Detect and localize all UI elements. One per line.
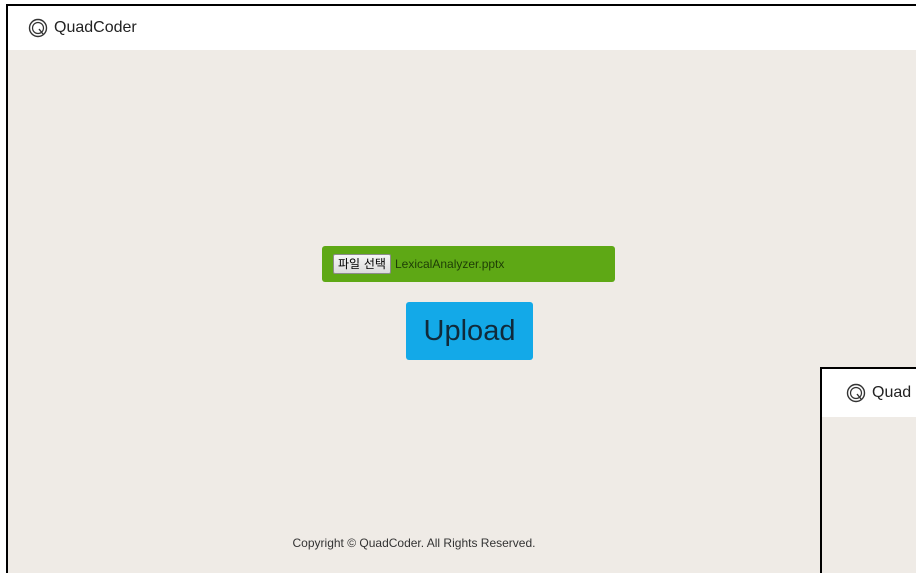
upload-button[interactable]: Upload (406, 302, 533, 360)
file-input[interactable]: 파일 선택 LexicalAnalyzer.pptx (322, 246, 615, 282)
main-window: QuadCoder 파일 선택 LexicalAnalyzer.pptx Upl… (6, 4, 916, 573)
second-window-brand[interactable]: Quad (872, 384, 911, 402)
selected-file-name: LexicalAnalyzer.pptx (394, 257, 505, 271)
second-window-header: Quad (822, 369, 916, 417)
brand-name[interactable]: QuadCoder (54, 19, 137, 37)
quadcoder-logo-icon (846, 383, 866, 403)
second-window: Quad (820, 367, 916, 573)
header-bar: QuadCoder (8, 6, 916, 50)
footer-copyright: Copyright © QuadCoder. All Rights Reserv… (292, 536, 536, 550)
choose-file-button[interactable]: 파일 선택 (333, 254, 391, 274)
quadcoder-logo-icon (28, 18, 48, 38)
